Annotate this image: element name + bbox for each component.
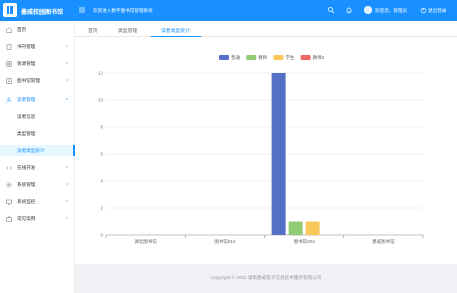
library-icon [6, 77, 12, 84]
sidebar-item-library[interactable]: 图书馆管理 [0, 75, 75, 86]
power-icon [420, 7, 427, 13]
x-tick-label: 图书馆003 [294, 238, 316, 245]
tab-reader-type-stats[interactable]: 读者类型统计 [161, 27, 190, 34]
bar [271, 73, 286, 235]
avatar[interactable] [364, 6, 372, 14]
chevron-down-icon [65, 79, 69, 82]
sidebar-item-monitor[interactable]: 系统监控 [0, 196, 75, 207]
sidebar-item-reader-type-stats[interactable]: 读者类型统计 [0, 145, 75, 156]
library-logo-icon [3, 3, 17, 17]
sidebar-item-label: 在线开发 [17, 165, 36, 171]
legend-label: 学生 [285, 54, 294, 60]
chevron-down-icon [65, 45, 69, 48]
legend-swatch [273, 55, 284, 60]
chevron-up-icon [65, 98, 69, 101]
x-tick-label: 墨威图书馆 [372, 238, 395, 245]
chevron-down-icon [65, 217, 69, 220]
sidebar-item-label: 读者管理 [17, 97, 36, 103]
gear-icon [6, 181, 12, 188]
legend-swatch [246, 55, 257, 60]
sidebar-item-label: 常见案例 [17, 216, 36, 222]
book-icon [6, 43, 12, 50]
footer-copyright: Copyright © 2022 湖南墨威电子信息技术服务有限公司 [210, 275, 322, 280]
code-icon [6, 165, 12, 170]
sidebar-item-type-management[interactable]: 类型管理 [0, 128, 75, 139]
sidebar-item-label: 系统管理 [17, 182, 36, 188]
sidebar-item-system[interactable]: 系统管理 [0, 179, 75, 190]
app-title: 墨威校园图书馆 [21, 10, 64, 16]
sidebar-item-label: 图书馆管理 [17, 78, 40, 84]
sidebar-item-label: 资源管理 [17, 61, 36, 67]
grid-icon [6, 60, 12, 67]
sidebar-item-label: 首页 [17, 27, 27, 33]
top-bar: 墨威校园图书馆 欢迎进入数字图书馆管理系统 欢迎您，管理员 退出登录 [0, 0, 457, 21]
y-tick-label: 0 [100, 233, 103, 238]
y-tick-label: 2 [100, 206, 103, 211]
tab-bar: 首页 类型管理 读者类型统计 [75, 21, 457, 37]
bar [288, 221, 303, 235]
sidebar-item-reader-info[interactable]: 读者信息 [0, 111, 75, 122]
reader-type-chart: 0 2 4 6 8 10 12 湖北图书馆 图书馆010 图书馆003 墨威图书馆 普通 教师 学生 教师2 [98, 54, 424, 245]
chevron-down-icon [65, 183, 69, 186]
legend-label: 普通 [231, 54, 240, 61]
x-tick-label: 湖北图书馆 [134, 238, 157, 245]
sidebar: 首页 书刊管理 资源管理 图书馆管理 读者管理 读者信息 类型管理 读者类型统计… [0, 21, 75, 293]
menu-toggle-icon[interactable] [78, 6, 86, 14]
tab-home[interactable]: 首页 [88, 27, 98, 34]
welcome-text: 欢迎进入数字图书馆管理系统 [93, 8, 153, 13]
search-icon[interactable] [327, 6, 335, 14]
chart-card: 0 2 4 6 8 10 12 湖北图书馆 图书馆010 图书馆003 墨威图书馆 普通 教师 学生 教师2 [75, 37, 457, 264]
user-icon [6, 97, 12, 103]
sidebar-item-home[interactable]: 首页 [0, 24, 75, 35]
home-icon [6, 26, 12, 33]
sidebar-item-label: 书刊管理 [17, 44, 36, 50]
sidebar-item-online-dev[interactable]: 在线开发 [0, 162, 75, 173]
y-tick-label: 4 [100, 179, 103, 184]
main-content: 0 2 4 6 8 10 12 湖北图书馆 图书馆010 图书馆003 墨威图书馆 普通 教师 学生 教师2… [75, 37, 457, 293]
tab-type-management[interactable]: 类型管理 [118, 27, 137, 34]
y-tick-label: 6 [100, 152, 103, 157]
sidebar-item-resources[interactable]: 资源管理 [0, 58, 75, 69]
chevron-down-icon [65, 166, 69, 169]
legend-swatch [300, 55, 311, 60]
monitor-icon [6, 199, 12, 205]
bar [305, 221, 320, 235]
y-tick-label: 10 [98, 98, 104, 103]
case-icon [6, 216, 12, 221]
y-tick-label: 12 [98, 71, 104, 76]
legend-label: 教师 [258, 54, 267, 61]
sidebar-item-label: 类型管理 [17, 131, 36, 137]
chevron-down-icon [65, 200, 69, 203]
bell-icon[interactable] [345, 6, 353, 14]
legend-label: 教师2 [313, 54, 325, 61]
sidebar-item-readers[interactable]: 读者管理 [0, 94, 75, 105]
sidebar-item-label: 系统监控 [17, 199, 36, 205]
logout-label: 退出登录 [428, 8, 447, 13]
y-tick-label: 8 [100, 125, 103, 130]
legend-swatch [219, 55, 229, 60]
sidebar-item-label: 读者信息 [17, 114, 36, 120]
sidebar-item-cases[interactable]: 常见案例 [0, 213, 75, 224]
sidebar-item-label: 读者类型统计 [17, 148, 45, 154]
sidebar-item-books[interactable]: 书刊管理 [0, 41, 75, 52]
chevron-down-icon [65, 62, 69, 65]
user-name[interactable]: 欢迎您，管理员 [375, 8, 407, 14]
x-tick-label: 图书馆010 [214, 238, 236, 245]
